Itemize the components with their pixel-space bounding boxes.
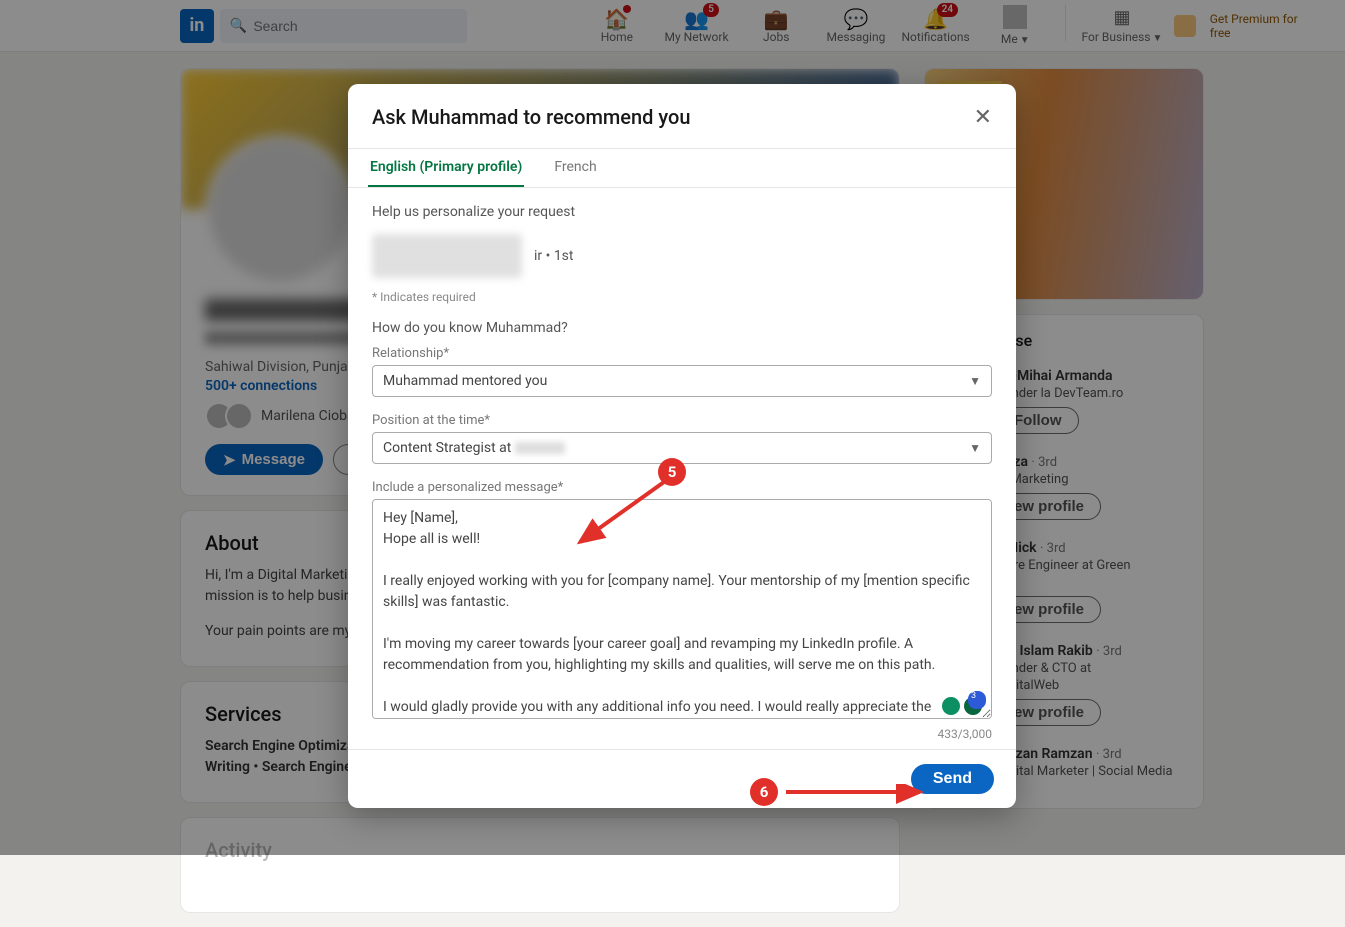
annotation-arrow-icon [782, 784, 932, 804]
help-text: Help us personalize your request [372, 204, 992, 220]
message-label: Include a personalized message* [372, 480, 992, 495]
step-marker-5: 5 [658, 458, 686, 486]
grammar-ext-icon[interactable] [942, 697, 960, 715]
close-icon: ✕ [974, 104, 992, 129]
required-note: * Indicates required [372, 290, 992, 304]
position-select[interactable]: Content Strategist at ▼ [372, 432, 992, 464]
tab-english[interactable]: English (Primary profile) [368, 149, 524, 187]
char-count: 433/3,000 [372, 727, 992, 741]
ext-count-badge: 3 [968, 691, 986, 709]
relationship-value: Muhammad mentored you [383, 373, 547, 389]
language-tabs: English (Primary profile) French [348, 149, 1016, 188]
recommender-chip: ir • 1st [372, 234, 992, 278]
chevron-down-icon: ▼ [969, 374, 981, 388]
annotation-arrow-icon [568, 476, 678, 556]
position-company-redacted [515, 442, 565, 454]
position-label: Position at the time* [372, 413, 992, 428]
close-button[interactable]: ✕ [970, 100, 996, 134]
position-value: Content Strategist at [383, 440, 565, 456]
step-marker-6: 6 [750, 778, 778, 806]
tab-french[interactable]: French [552, 149, 598, 187]
question-label: How do you know Muhammad? [372, 320, 992, 336]
message-textarea[interactable] [372, 499, 992, 719]
recommender-name: ir • 1st [534, 248, 574, 264]
extension-badges[interactable]: 3 [942, 697, 982, 715]
grammar-ext-icon[interactable]: 3 [964, 697, 982, 715]
chevron-down-icon: ▼ [969, 441, 981, 455]
modal-title: Ask Muhammad to recommend you [372, 105, 691, 129]
recommender-avatar [372, 234, 522, 278]
relationship-label: Relationship* [372, 346, 992, 361]
relationship-select[interactable]: Muhammad mentored you ▼ [372, 365, 992, 397]
recommendation-modal: Ask Muhammad to recommend you ✕ English … [348, 84, 1016, 808]
